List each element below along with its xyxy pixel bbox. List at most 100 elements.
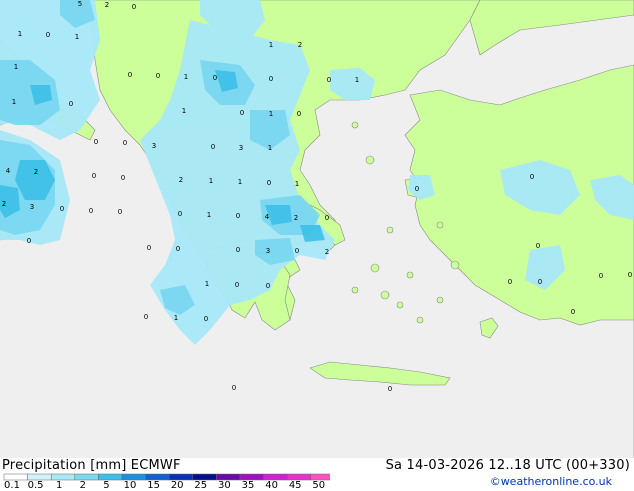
color-scale-label: 2 [79,480,86,491]
precip-value-label: 0 [123,139,127,147]
precip-value-label: 3 [30,203,34,211]
precip-value-label: 1 [75,33,79,41]
precip-value-label: 0 [94,138,98,146]
color-scale-label: 1 [56,480,63,491]
precip-value-label: 0 [132,3,136,11]
color-scale-labels: 0.1 0.5 1 2 5 10 15 20 25 30 35 40 45 50 [0,480,330,491]
land-island [386,226,394,234]
color-scale-label: 15 [147,480,160,491]
precip-value-label: 1 [174,314,178,322]
map-title: Precipitation [mm] ECMWF [2,458,181,473]
precip-value-label: 2 [105,1,109,9]
precip-value-label: 4 [265,213,270,221]
precip-value-label: 0 [118,208,122,216]
precip-value-label: 0 [240,109,244,117]
precip-value-label: 2 [298,41,302,49]
color-scale-label: 30 [218,480,231,491]
precip-value-label: 1 [268,144,272,152]
precip-value-label: 0 [204,315,208,323]
color-scale-label: 0.1 [4,480,20,491]
precip-value-label: 1 [14,63,18,71]
precip-value-label: 0 [628,271,632,279]
precip-value-label: 0 [232,384,236,392]
precip-value-label: 0 [92,172,96,180]
precip-value-label: 0 [89,207,93,215]
precip-value-label: 0 [121,174,125,182]
precip-value-label: 0 [297,110,301,118]
precip-value-label: 1 [12,98,16,106]
land-island [406,271,414,279]
precip-value-label: 0 [571,308,575,316]
precipitation-map: 1 0 1 5 2 0 1 1 0 0 0 1 0 0 0 1 1 2 1 0 1 0 0 0 3 0 3 1 4 2 0 0 2 1 1 0 1 2 3 0… [0,0,634,458]
precip-value-label: 0 [325,214,329,222]
precip-value-label: 0 [267,179,271,187]
precip-value-label: 0 [599,272,603,280]
precip-value-label: 0 [508,278,512,286]
precip-value-label: 0 [388,385,392,393]
precip-value-label: 3 [239,144,243,152]
land-island [380,290,390,300]
land-island [365,155,375,165]
color-scale-label: 35 [241,480,255,491]
precip-value-label: 0 [295,247,299,255]
precip-value-label: 1 [295,180,299,188]
precip-value-label: 2 [294,214,298,222]
precip-value-label: 1 [184,73,188,81]
precip-value-label: 0 [530,173,534,181]
color-scale-label: 50 [312,480,326,491]
land-island [351,121,359,129]
land-island [450,260,460,270]
precip-value-label: 0 [27,237,31,245]
precip-value-label: 1 [207,211,211,219]
precip-value-label: 2 [34,168,38,176]
land-island [416,316,424,324]
credit-link[interactable]: ©weatheronline.co.uk [490,475,612,488]
precip-value-label: 0 [266,282,270,290]
precip-value-label: 3 [152,142,156,150]
precip-value-label: 1 [209,177,213,185]
color-scale-label: 5 [103,480,110,491]
land-island [436,221,444,229]
color-scale-label: 40 [265,480,278,491]
precip-value-label: 1 [238,178,242,186]
precip-value-label: 0 [147,244,151,252]
precip-value-label: 2 [2,200,6,208]
precip-value-label: 1 [269,41,273,49]
precip-value-label: 3 [266,247,270,255]
precip-value-label: 0 [415,185,419,193]
precip-value-label: 0 [213,74,217,82]
precip-value-label: 0 [235,281,239,289]
precip-value-label: 1 [18,30,22,38]
precip-value-label: 0 [327,76,331,84]
precip-value-label: 5 [78,0,82,8]
color-scale-label: 10 [123,480,137,491]
precip-value-label: 0 [69,100,73,108]
precip-value-label: 1 [355,76,359,84]
precip-value-label: 0 [211,143,215,151]
precip-value-label: 0 [60,205,64,213]
precip-value-label: 0 [236,246,240,254]
precip-value-label: 0 [46,31,50,39]
precip-value-label: 1 [269,110,273,118]
precip-value-label: 0 [128,71,132,79]
precip-value-label: 2 [179,176,183,184]
precip-value-label: 2 [325,248,329,256]
precip-value-label: 0 [178,210,182,218]
land-island [370,263,380,273]
color-scale-label: 45 [288,480,302,491]
precip-value-label: 0 [156,72,160,80]
color-scale-label: 0.5 [27,480,44,491]
color-scale-label: 20 [170,480,184,491]
precip-value-label: 1 [182,107,186,115]
forecast-time: Sa 14-03-2026 12..18 UTC (00+330) [385,458,630,473]
land-island [351,286,359,294]
precip-value-label: 1 [205,280,209,288]
precip-value-label: 4 [6,167,11,175]
precip-value-label: 0 [538,278,542,286]
precip-value-label: 0 [176,245,180,253]
precip-value-label: 0 [236,212,240,220]
legend-bar: Precipitation [mm] ECMWF Sa 14-03-2026 1… [0,458,634,491]
color-scale-label: 25 [194,480,208,491]
precip-value-label: 0 [144,313,148,321]
precip-value-label: 0 [269,75,273,83]
